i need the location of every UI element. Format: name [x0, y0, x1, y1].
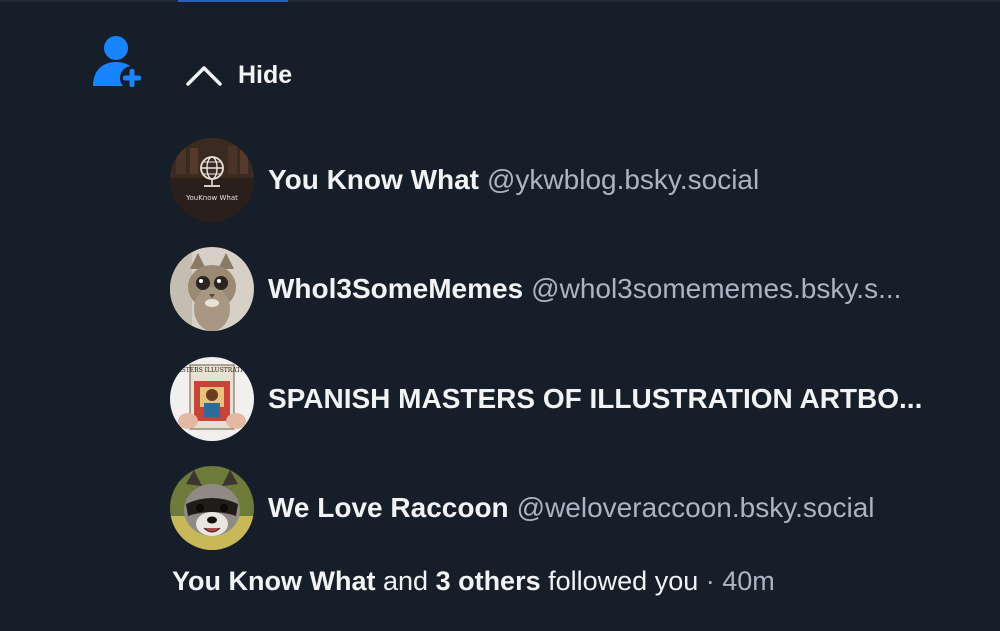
follower-row[interactable]: Whol3SomeMemes @whol3somememes.bsky.s... — [170, 246, 901, 332]
chevron-up-icon — [186, 66, 222, 86]
follower-handle: @whol3somememes.bsky.s... — [531, 273, 902, 304]
follower-name[interactable]: Whol3SomeMemes — [268, 273, 523, 304]
follower-row[interactable]: We Love Raccoon @weloveraccoon.bsky.socia… — [170, 465, 875, 551]
summary-first-name[interactable]: You Know What — [172, 566, 375, 596]
avatar-caption: MASTERS ILLUSTRATION — [171, 367, 253, 374]
avatar[interactable] — [170, 466, 254, 550]
avatar[interactable] — [170, 247, 254, 331]
summary-others[interactable]: 3 others — [436, 566, 541, 596]
divider — [0, 0, 1000, 2]
hide-label: Hide — [238, 60, 293, 89]
timestamp: 40m — [722, 566, 775, 596]
follower-row[interactable]: YouKnow What You Know What @ykwblog.bsky.… — [170, 137, 759, 223]
hide-toggle-button[interactable]: Hide — [184, 52, 292, 98]
follower-name[interactable]: You Know What — [268, 164, 479, 195]
summary-separator: · — [705, 566, 715, 596]
avatar[interactable]: YouKnow What — [170, 138, 254, 222]
avatar-caption: YouKnow What — [185, 194, 238, 202]
notification-item[interactable]: Hide YouKnow What You Know What @ykwblog… — [0, 0, 1000, 631]
summary-action: followed you — [548, 566, 699, 596]
summary-and: and — [382, 566, 429, 596]
person-add-icon — [88, 32, 150, 94]
follower-name[interactable]: We Love Raccoon — [268, 492, 509, 523]
follower-handle: @ykwblog.bsky.social — [487, 164, 760, 195]
notification-summary: You Know What and 3 others followed you … — [172, 566, 775, 597]
follower-handle: @weloveraccoon.bsky.social — [516, 492, 875, 523]
follower-row[interactable]: MASTERS ILLUSTRATION SPANISH MASTERS OF … — [170, 356, 922, 442]
follower-name[interactable]: SPANISH MASTERS OF ILLUSTRATION ARTBO... — [268, 383, 922, 414]
tab-indicator — [178, 0, 288, 2]
avatar[interactable]: MASTERS ILLUSTRATION — [170, 357, 254, 441]
